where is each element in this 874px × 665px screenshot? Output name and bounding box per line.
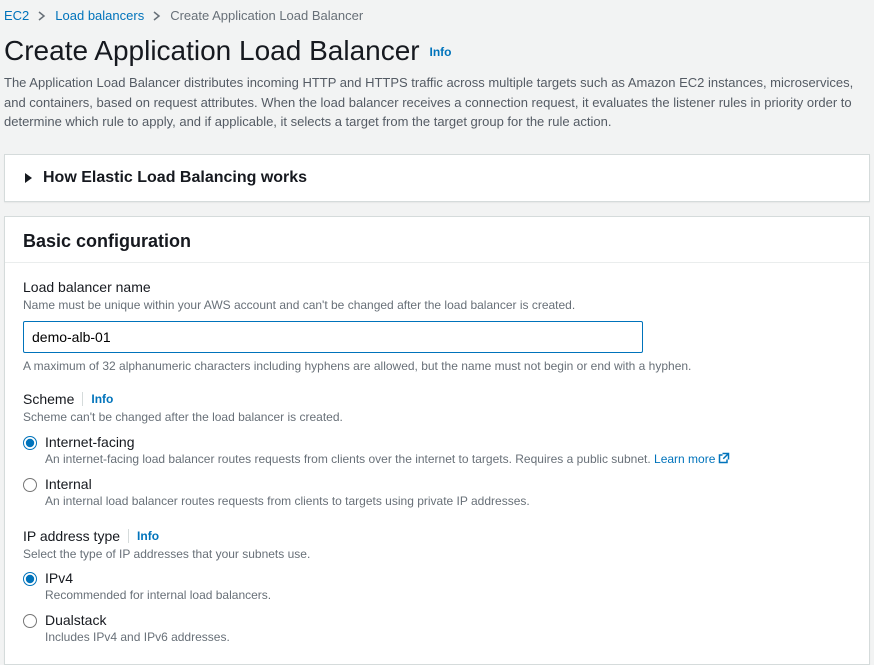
lb-name-hint: Name must be unique within your AWS acco… <box>23 297 851 314</box>
ip-type-info-link[interactable]: Info <box>137 529 159 543</box>
scheme-radio-internet-facing[interactable] <box>23 436 37 450</box>
external-link-icon <box>718 451 730 468</box>
ip-option-desc: Includes IPv4 and IPv6 addresses. <box>45 629 230 646</box>
scheme-option-internet-facing[interactable]: Internet-facing An internet-facing load … <box>23 434 851 468</box>
ip-radio-dualstack[interactable] <box>23 614 37 628</box>
scheme-label: Scheme <box>23 391 74 407</box>
ip-option-ipv4[interactable]: IPv4 Recommended for internal load balan… <box>23 570 851 604</box>
field-lb-name: Load balancer name Name must be unique w… <box>23 279 851 374</box>
how-it-works-toggle[interactable]: How Elastic Load Balancing works <box>5 155 869 201</box>
chevron-right-icon <box>152 11 162 21</box>
ip-type-label: IP address type <box>23 528 120 544</box>
field-ip-type: IP address type Info Select the type of … <box>23 528 851 646</box>
ip-option-label: Dualstack <box>45 612 230 628</box>
lb-name-input[interactable] <box>23 321 643 353</box>
chevron-right-icon <box>37 11 47 21</box>
divider-icon <box>82 392 83 406</box>
ip-option-dualstack[interactable]: Dualstack Includes IPv4 and IPv6 address… <box>23 612 851 646</box>
lb-name-label: Load balancer name <box>23 279 851 295</box>
how-it-works-title: How Elastic Load Balancing works <box>43 169 307 187</box>
scheme-info-link[interactable]: Info <box>91 392 113 406</box>
breadcrumb: EC2 Load balancers Create Application Lo… <box>0 0 874 23</box>
scheme-option-desc: An internal load balancer routes request… <box>45 493 530 510</box>
breadcrumb-ec2[interactable]: EC2 <box>4 8 29 23</box>
lb-name-constraint: A maximum of 32 alphanumeric characters … <box>23 359 851 373</box>
scheme-option-label: Internal <box>45 476 530 492</box>
page-header: Create Application Load Balancer Info Th… <box>0 23 874 140</box>
scheme-learn-more-link[interactable]: Learn more <box>654 451 730 468</box>
scheme-option-desc: An internet-facing load balancer routes … <box>45 451 730 468</box>
caret-right-icon <box>23 173 33 183</box>
scheme-option-label: Internet-facing <box>45 434 730 450</box>
ip-type-hint: Select the type of IP addresses that you… <box>23 546 851 563</box>
basic-config-panel: Basic configuration Load balancer name N… <box>4 216 870 665</box>
field-scheme: Scheme Info Scheme can't be changed afte… <box>23 391 851 509</box>
scheme-radio-internal[interactable] <box>23 478 37 492</box>
page-description: The Application Load Balancer distribute… <box>4 73 870 132</box>
breadcrumb-current: Create Application Load Balancer <box>170 8 363 23</box>
scheme-hint: Scheme can't be changed after the load b… <box>23 409 851 426</box>
ip-radio-ipv4[interactable] <box>23 572 37 586</box>
basic-config-title: Basic configuration <box>5 217 869 263</box>
divider-icon <box>128 529 129 543</box>
page-title: Create Application Load Balancer <box>4 35 420 66</box>
page-title-info-link[interactable]: Info <box>430 45 452 59</box>
ip-option-label: IPv4 <box>45 570 271 586</box>
scheme-option-internal[interactable]: Internal An internal load balancer route… <box>23 476 851 510</box>
breadcrumb-load-balancers[interactable]: Load balancers <box>55 8 144 23</box>
how-it-works-panel: How Elastic Load Balancing works <box>4 154 870 202</box>
ip-option-desc: Recommended for internal load balancers. <box>45 587 271 604</box>
